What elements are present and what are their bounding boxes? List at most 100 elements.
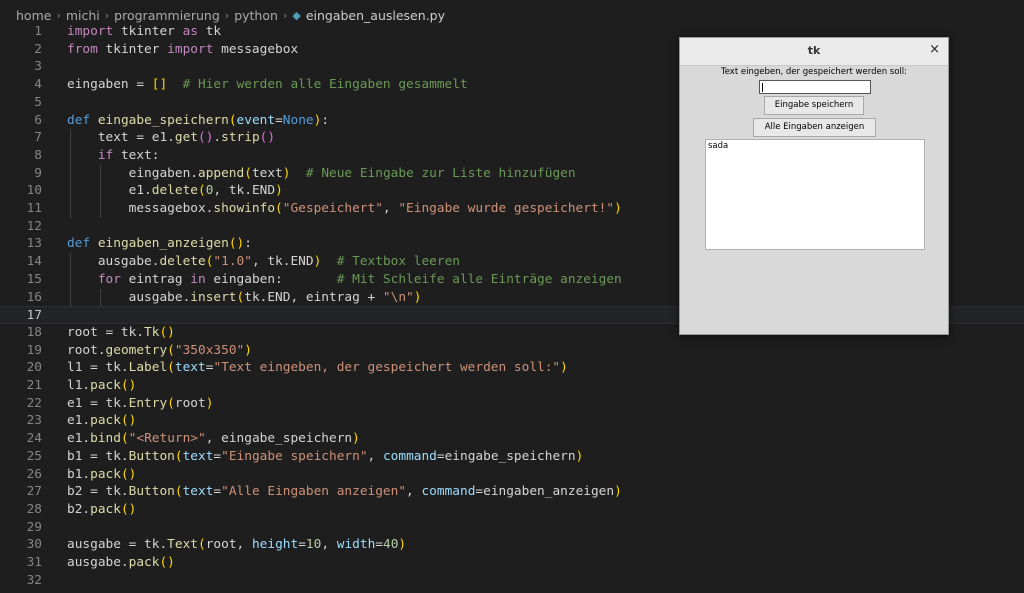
text-cursor xyxy=(762,83,763,92)
code-line[interactable]: 20 l1 = tk.Label(text="Text eingeben, der… xyxy=(0,359,1024,377)
code-token: for xyxy=(97,271,121,287)
code-line[interactable]: 30 ausgabe = tk.Text(root, height=10, wid… xyxy=(0,536,1024,554)
code-token: from xyxy=(67,41,98,57)
code-line[interactable]: 32 xyxy=(0,572,1024,590)
tk-output-textbox[interactable]: sada xyxy=(705,139,925,250)
code-line[interactable]: 23 e1.pack() xyxy=(0,412,1024,430)
line-number: 29 xyxy=(26,519,42,535)
code-token: messagebox xyxy=(213,41,299,57)
code-token: # Mit Schleife alle Einträge anzeigen xyxy=(336,271,622,287)
code-token: () xyxy=(120,378,137,393)
code-token: ausgabe. xyxy=(67,289,191,305)
code-line[interactable]: 25 b1 = tk.Button(text="Eingabe speichern… xyxy=(0,448,1024,466)
code-token: pack xyxy=(90,501,121,517)
code-token: Label xyxy=(128,360,168,376)
code-token: eingaben_anzeigen xyxy=(97,236,229,252)
code-token: None xyxy=(282,112,314,128)
code-token: get xyxy=(174,130,198,146)
line-number: 17 xyxy=(26,308,42,324)
code-token: delete xyxy=(151,183,198,199)
line-number: 28 xyxy=(26,501,42,517)
code-line[interactable]: 19 root.geometry("350x350") xyxy=(0,342,1024,360)
close-icon[interactable]: × xyxy=(929,42,940,57)
code-token: = xyxy=(213,484,222,500)
code-line[interactable]: 22 e1 = tk.Entry(root) xyxy=(0,395,1024,413)
line-number: 24 xyxy=(26,431,42,447)
code-text: if text: xyxy=(67,147,160,165)
line-number: 3 xyxy=(34,59,42,75)
code-token: () xyxy=(120,413,137,429)
code-token: , xyxy=(382,201,399,216)
code-token: root = tk. xyxy=(67,324,145,340)
code-token: width xyxy=(336,537,376,553)
breadcrumb-item[interactable]: python xyxy=(234,8,278,23)
code-line[interactable]: 24 e1.bind("<Return>", eingabe_speichern) xyxy=(0,430,1024,448)
code-line[interactable]: 26 b1.pack() xyxy=(0,466,1024,484)
breadcrumb-item[interactable]: programmierung xyxy=(114,8,220,23)
line-number: 23 xyxy=(26,413,42,429)
code-text: b1 = tk.Button(text="Eingabe speichern",… xyxy=(67,448,583,466)
breadcrumb-file[interactable]: eingaben_auslesen.py xyxy=(306,8,445,23)
code-token: ( xyxy=(167,395,175,411)
code-token: l1 = tk. xyxy=(67,360,129,376)
code-token: if xyxy=(97,147,114,163)
code-token: append xyxy=(197,165,245,181)
chevron-right-icon: › xyxy=(104,8,110,22)
code-text: b1.pack() xyxy=(67,466,136,484)
code-token: def xyxy=(67,236,91,252)
code-token: pack xyxy=(90,466,121,482)
code-text: root = tk.Tk() xyxy=(67,324,175,342)
code-token: # Textbox leeren xyxy=(336,254,460,270)
code-token: , tk.END xyxy=(213,183,276,199)
line-number: 12 xyxy=(26,218,42,234)
python-file-icon: ◆ xyxy=(292,8,301,22)
code-token: "Eingabe speichern" xyxy=(221,448,368,464)
code-token: ( xyxy=(120,431,129,447)
code-token: () xyxy=(159,324,175,340)
code-token: ) xyxy=(614,201,622,216)
code-token: ( xyxy=(228,112,237,128)
code-token: ( xyxy=(167,342,175,358)
code-token: text xyxy=(182,448,214,464)
code-line[interactable]: 31 ausgabe.pack() xyxy=(0,554,1024,572)
line-number: 32 xyxy=(26,572,42,588)
code-token: 40 xyxy=(383,537,399,553)
code-text: e1.pack() xyxy=(67,412,136,430)
line-number: 20 xyxy=(26,360,42,376)
code-token: , xyxy=(367,448,383,464)
breadcrumb-item[interactable]: home xyxy=(16,8,51,23)
code-text: l1 = tk.Label(text="Text eingeben, der g… xyxy=(67,359,568,377)
code-token: strip xyxy=(221,130,260,146)
code-token: delete xyxy=(159,254,206,270)
code-line[interactable]: 27 b2 = tk.Button(text="Alle Eingaben anz… xyxy=(0,483,1024,501)
code-text: l1.pack() xyxy=(67,377,136,395)
show-all-inputs-button[interactable]: Alle Eingaben anzeigen xyxy=(753,118,876,137)
code-line[interactable]: 21 l1.pack() xyxy=(0,377,1024,395)
code-line[interactable]: 28 b2.pack() xyxy=(0,501,1024,519)
line-number: 30 xyxy=(26,537,42,553)
code-token: pack xyxy=(128,555,160,570)
tk-titlebar[interactable]: tk × xyxy=(680,38,948,66)
code-token: . xyxy=(213,130,222,146)
code-token: text: xyxy=(113,147,160,163)
line-number: 9 xyxy=(34,165,42,181)
breadcrumb-item[interactable]: michi xyxy=(66,8,100,23)
code-token: bind xyxy=(90,431,121,447)
code-line[interactable]: 29 xyxy=(0,519,1024,537)
save-input-button[interactable]: Eingabe speichern xyxy=(764,96,864,115)
tk-entry-field[interactable] xyxy=(759,80,871,94)
code-text: e1.bind("<Return>", eingabe_speichern) xyxy=(67,430,360,448)
code-text: e1 = tk.Entry(root) xyxy=(67,395,213,413)
code-token: : xyxy=(321,112,330,128)
indent-guide xyxy=(100,164,101,218)
code-token: root, xyxy=(205,537,252,553)
code-token: Entry xyxy=(128,395,168,411)
line-number: 31 xyxy=(26,555,42,570)
code-token: [] xyxy=(151,77,168,93)
line-number: 19 xyxy=(26,342,42,358)
code-token: () xyxy=(259,130,276,146)
code-token: eingaben. xyxy=(67,165,198,181)
code-token: Button xyxy=(128,484,175,500)
